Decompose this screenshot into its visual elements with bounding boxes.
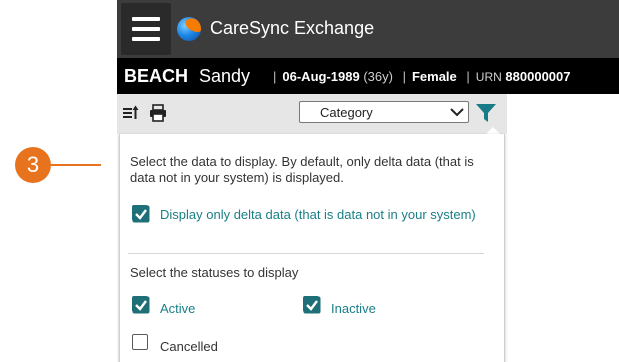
callout-line [51,164,101,166]
chevron-down-icon [449,104,465,125]
menu-icon[interactable] [121,3,171,55]
urn-value: 880000007 [505,69,571,84]
print-icon[interactable] [149,104,167,127]
checkbox-checked-icon [303,296,321,314]
status-cancelled-label[interactable]: Cancelled [160,339,218,354]
toolbar: Category [117,94,507,134]
panel-divider [128,253,484,254]
sort-icon[interactable] [122,104,140,127]
status-heading: Select the statuses to display [130,265,299,280]
category-select[interactable]: Category [299,101,469,123]
status-inactive-checkbox[interactable] [303,296,321,314]
patient-banner: BEACH Sandy | 06-Aug-1989 (36y) | Female |… [117,58,619,94]
patient-dob: 06-Aug-1989 [282,69,360,84]
checkbox-checked-icon [132,296,150,314]
filter-panel: Select the data to display. By default, … [119,134,505,362]
delta-data-label[interactable]: Display only delta data (that is data no… [160,207,490,223]
app-title: CareSync Exchange [210,18,375,38]
patient-details: | 06-Aug-1989 (36y) | Female | URN 88000000… [273,69,571,84]
app-logo-icon [177,17,201,41]
patient-gender: Female [411,69,457,84]
checkbox-checked-icon [132,205,150,223]
top-app-bar: CareSync Exchange [117,0,619,58]
app-window: CareSync Exchange BEACH Sandy | 06-Aug-19… [117,0,619,362]
status-active-checkbox[interactable] [132,296,150,314]
status-cancelled-checkbox[interactable] [132,334,148,350]
urn-label: URN [475,70,502,84]
filter-icon[interactable] [475,102,497,129]
category-value: Category [320,105,373,120]
status-inactive-label[interactable]: Inactive [331,301,376,317]
callout-badge: 3 [15,147,51,183]
patient-last-name: BEACH [124,66,189,86]
status-active-label[interactable]: Active [160,301,195,317]
delta-data-checkbox[interactable] [132,205,150,223]
panel-pointer [486,127,500,134]
patient-first-name: Sandy [199,66,251,86]
patient-age: (36y) [363,69,393,84]
panel-intro-text: Select the data to display. By default, … [130,154,474,185]
